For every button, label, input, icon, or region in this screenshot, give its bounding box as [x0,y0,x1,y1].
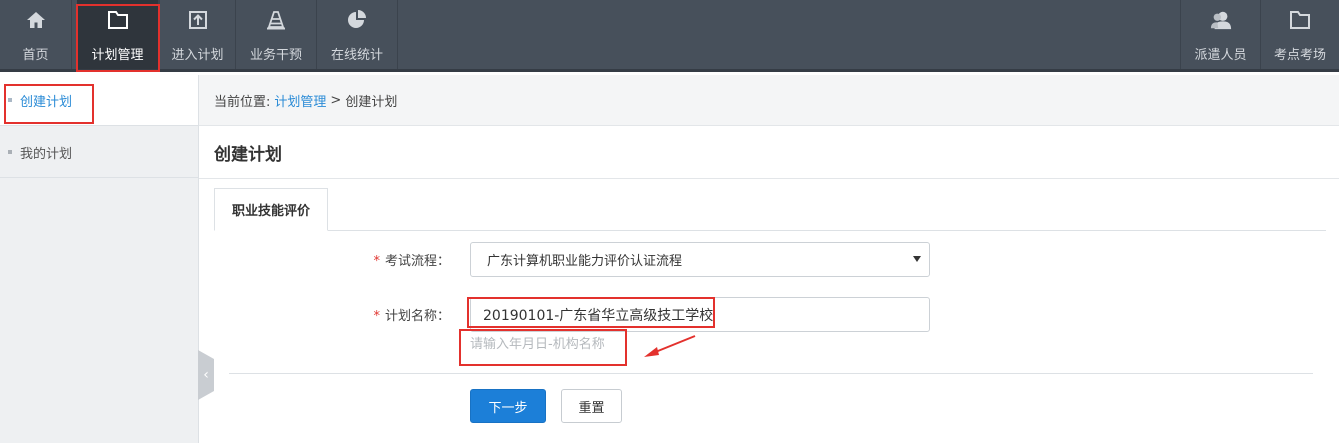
plan-name-label: * 计划名称： [350,305,450,324]
breadcrumb-current: 创建计划 [345,94,398,110]
plan-name-hint: 请输入年月日-机构名称 [470,337,605,352]
breadcrumb-separator: > [330,92,342,108]
nav-item-dispatched-staff[interactable]: 派遣人员 [1180,0,1261,72]
sidebar-collapse-toggle[interactable]: ‹ [198,350,214,400]
required-mark: * [373,309,380,324]
upload-box-icon [187,9,209,31]
sidebar: 创建计划 我的计划 [0,75,199,443]
nav-item-label: 业务干预 [249,48,302,63]
nav-item-label: 考点考场 [1273,48,1326,63]
exam-flow-selected-value: 广东计算机职业能力评价认证流程 [487,254,683,269]
nav-item-home[interactable]: 首页 [0,0,72,72]
folder-icon [1289,9,1311,31]
folder-icon [107,9,129,31]
required-mark: * [373,254,380,269]
tab-vocational-skill-evaluation[interactable]: 职业技能评价 [214,188,328,231]
nav-item-business-intervention[interactable]: 业务干预 [236,0,317,72]
nav-item-label: 计划管理 [91,48,144,63]
nav-item-label: 首页 [22,48,49,63]
pie-chart-icon [346,9,368,31]
bullet-icon [8,98,12,102]
breadcrumb-link-plan-management[interactable]: 计划管理 [274,91,326,110]
plan-name-value: 20190101-广东省华立高级技工学校 [483,307,714,324]
exam-flow-label: * 考试流程： [350,250,450,269]
sidebar-item-my-plans[interactable]: 我的计划 [0,127,198,178]
exam-flow-label-text: 考试流程： [384,254,450,269]
tabs-divider [214,230,1326,231]
breadcrumb-prefix: 当前位置: [214,94,271,110]
caret-down-icon [913,256,921,262]
traffic-cone-icon [265,9,287,31]
page-title: 创建计划 [199,127,1339,179]
reset-button[interactable]: 重置 [561,389,622,423]
sidebar-item-create-plan[interactable]: 创建计划 [0,75,198,126]
bullet-icon [8,150,12,154]
home-icon [25,9,47,31]
sidebar-item-label: 我的计划 [20,146,73,162]
annotation-arrow-icon [644,335,696,357]
top-nav-bar: 首页 计划管理 进入计划 业务干预 在线统计 派遣人员 考点考场 [0,0,1339,72]
nav-item-exam-sites[interactable]: 考点考场 [1261,0,1339,72]
nav-item-online-statistics[interactable]: 在线统计 [317,0,398,72]
nav-item-plan-management[interactable]: 计划管理 [77,0,159,72]
exam-flow-select[interactable]: 广东计算机职业能力评价认证流程 [470,242,930,277]
plan-name-input[interactable]: 20190101-广东省华立高级技工学校 [470,297,930,332]
sidebar-item-label: 创建计划 [20,94,73,110]
form-divider [229,373,1313,374]
nav-item-label: 派遣人员 [1194,48,1247,63]
next-step-button[interactable]: 下一步 [470,389,546,423]
chevron-left-icon: ‹ [203,367,209,383]
nav-item-label: 进入计划 [171,48,224,63]
users-icon [1210,9,1232,31]
nav-item-enter-plan[interactable]: 进入计划 [159,0,236,72]
plan-name-label-text: 计划名称： [384,309,450,324]
breadcrumb: 当前位置: 计划管理 > 创建计划 [199,75,1339,126]
nav-item-label: 在线统计 [330,48,383,63]
